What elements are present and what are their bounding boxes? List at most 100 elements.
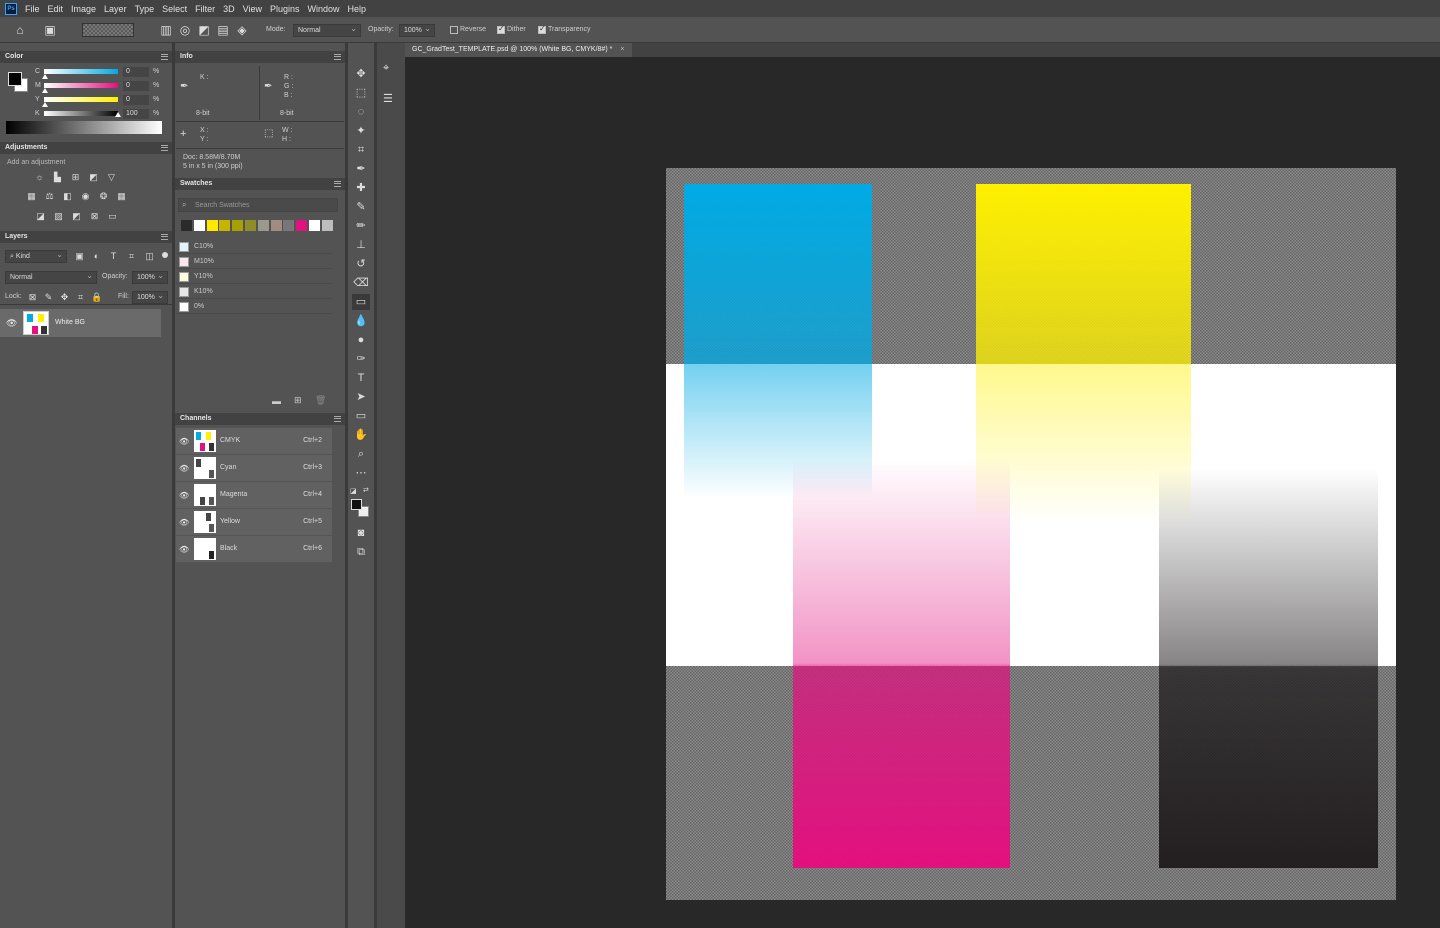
channel-visibility-eye-icon[interactable]: 👁 <box>179 491 189 500</box>
threshold-icon[interactable]: ◩ <box>71 211 82 221</box>
menu-filter[interactable]: Filter <box>195 4 215 14</box>
swatch-list-item[interactable]: M10% <box>176 255 332 269</box>
swatch-color-chip[interactable] <box>232 220 244 231</box>
channel-row-cmyk[interactable]: 👁 CMYK Ctrl+2 <box>176 428 332 455</box>
menu-plugins[interactable]: Plugins <box>270 4 300 14</box>
panel-menu-icon[interactable] <box>334 416 341 422</box>
swatch-color-chip[interactable] <box>309 220 320 231</box>
blend-mode-select[interactable]: Normal <box>5 270 97 284</box>
menu-3d[interactable]: 3D <box>223 4 235 14</box>
type-icon[interactable]: T <box>352 370 370 386</box>
levels-icon[interactable]: ▙ <box>52 172 63 182</box>
swatch-list-item[interactable]: K10% <box>176 285 332 299</box>
menu-help[interactable]: Help <box>348 4 367 14</box>
opacity-input[interactable]: 100% <box>399 23 435 37</box>
screen-mode-icon[interactable]: ⧉ <box>352 544 370 560</box>
gradient-icon[interactable]: ▭ <box>352 294 370 310</box>
lock-transparent-icon[interactable]: ⊠ <box>27 292 38 302</box>
brush-icon[interactable]: ✎ <box>352 199 370 215</box>
adjustments-panel-header[interactable]: Adjustments <box>0 142 172 154</box>
hue-saturation-icon[interactable]: ▦ <box>26 191 37 201</box>
swatches-panel-header[interactable]: Swatches <box>175 178 345 190</box>
black-value[interactable]: 100 <box>123 109 149 119</box>
channel-row-magenta[interactable]: 👁 Magenta Ctrl+4 <box>176 482 332 509</box>
layer-name[interactable]: White BG <box>55 319 85 326</box>
posterize-icon[interactable]: ▨ <box>53 211 64 221</box>
type-filter-icon[interactable]: T <box>108 251 119 261</box>
reverse-checkbox[interactable] <box>450 26 458 34</box>
move-icon[interactable]: ✥ <box>352 66 370 82</box>
black-slider-knob[interactable] <box>115 112 121 117</box>
layer-filter-kind[interactable]: ⌕ Kind <box>5 249 67 263</box>
panel-menu-icon[interactable] <box>334 181 341 187</box>
history-brush-icon[interactable]: ↺ <box>352 256 370 272</box>
yellow-slider-knob[interactable] <box>42 102 48 107</box>
lasso-icon[interactable]: ◌ <box>352 104 370 120</box>
channel-row-cyan[interactable]: 👁 Cyan Ctrl+3 <box>176 455 332 482</box>
eyedropper-icon[interactable]: ✒ <box>352 161 370 177</box>
info-panel-header[interactable]: Info <box>175 51 345 63</box>
swatch-color-chip[interactable] <box>219 220 231 231</box>
foreground-color-tool[interactable] <box>351 499 362 510</box>
swatch-list-item[interactable]: 0% <box>176 300 332 314</box>
swatch-color-chip[interactable] <box>245 220 256 231</box>
photo-filter-icon[interactable]: ◉ <box>80 191 91 201</box>
dodge-icon[interactable]: ● <box>352 332 370 348</box>
search-swatches-field[interactable]: ⌕ Search Swatches <box>178 198 338 212</box>
new-swatch-icon[interactable]: ⊞ <box>294 395 302 406</box>
magenta-slider-knob[interactable] <box>42 88 48 93</box>
crop-icon[interactable]: ⌗ <box>352 142 370 158</box>
swatch-color-chip[interactable] <box>321 220 333 231</box>
fill-input[interactable]: 100% <box>132 290 168 304</box>
selective-color-icon[interactable]: ⊠ <box>89 211 100 221</box>
menu-window[interactable]: Window <box>308 4 340 14</box>
channel-visibility-eye-icon[interactable]: 👁 <box>179 437 189 446</box>
swatch-list-item[interactable]: C10% <box>176 240 332 254</box>
magic-wand-icon[interactable]: ✦ <box>352 123 370 139</box>
quick-mask-icon[interactable]: ◙ <box>352 525 370 541</box>
black-slider[interactable] <box>44 111 118 116</box>
radial-gradient-icon[interactable]: ◎ <box>177 22 193 38</box>
vibrance-icon[interactable]: ▽ <box>106 172 117 182</box>
angle-gradient-icon[interactable]: ◩ <box>196 22 212 38</box>
rectangle-icon[interactable]: ▭ <box>352 408 370 424</box>
invert-icon[interactable]: ◪ <box>35 211 46 221</box>
menu-layer[interactable]: Layer <box>104 4 127 14</box>
channel-row-black[interactable]: 👁 Black Ctrl+6 <box>176 536 332 563</box>
hand-icon[interactable]: ✋ <box>352 427 370 443</box>
color-balance-icon[interactable]: ⚖ <box>44 191 55 201</box>
color-ramp[interactable] <box>6 121 162 134</box>
cyan-slider-knob[interactable] <box>42 74 48 79</box>
close-icon[interactable]: × <box>620 46 624 53</box>
tool-preset-icon[interactable]: ▣ <box>42 22 58 38</box>
swatch-color-chip[interactable] <box>193 220 205 231</box>
delete-swatch-icon[interactable]: 🗑 <box>315 395 326 406</box>
panel-menu-icon[interactable] <box>161 145 168 151</box>
document-tab[interactable]: GC_GradTest_TEMPLATE.psd @ 100% (White B… <box>405 43 633 57</box>
dither-checkbox[interactable] <box>497 24 505 34</box>
photoshop-logo-icon[interactable]: Ps <box>5 2 17 15</box>
eraser-icon[interactable]: ⌫ <box>352 275 370 291</box>
more-tools-icon[interactable]: ⋯ <box>352 465 370 481</box>
home-icon[interactable]: ⌂ <box>12 22 28 38</box>
curves-icon[interactable]: ⊞ <box>70 172 81 182</box>
pen-icon[interactable]: ✑ <box>352 351 370 367</box>
channels-panel-header[interactable]: Channels <box>175 413 345 425</box>
menu-image[interactable]: Image <box>71 4 96 14</box>
pixel-filter-icon[interactable]: ▣ <box>74 251 85 261</box>
panel-menu-icon[interactable] <box>161 54 168 60</box>
swap-colors-icon[interactable]: ⇄ <box>363 486 369 494</box>
lock-artboard-icon[interactable]: ⌗ <box>75 292 86 302</box>
menu-edit[interactable]: Edit <box>48 4 64 14</box>
exposure-icon[interactable]: ◩ <box>88 172 99 182</box>
layer-visibility-eye-icon[interactable]: 👁 <box>6 318 17 329</box>
swatch-color-chip[interactable] <box>257 220 269 231</box>
healing-brush-icon[interactable]: ✚ <box>352 180 370 196</box>
reflected-gradient-icon[interactable]: ▤ <box>215 22 231 38</box>
gradient-preview[interactable] <box>82 23 134 37</box>
properties-panel-icon[interactable]: ⌖ <box>383 62 389 75</box>
filter-toggle-icon[interactable] <box>162 252 168 258</box>
swatch-color-chip[interactable] <box>206 220 218 231</box>
panel-menu-icon[interactable] <box>334 54 341 60</box>
layers-panel-header[interactable]: Layers <box>0 231 172 243</box>
